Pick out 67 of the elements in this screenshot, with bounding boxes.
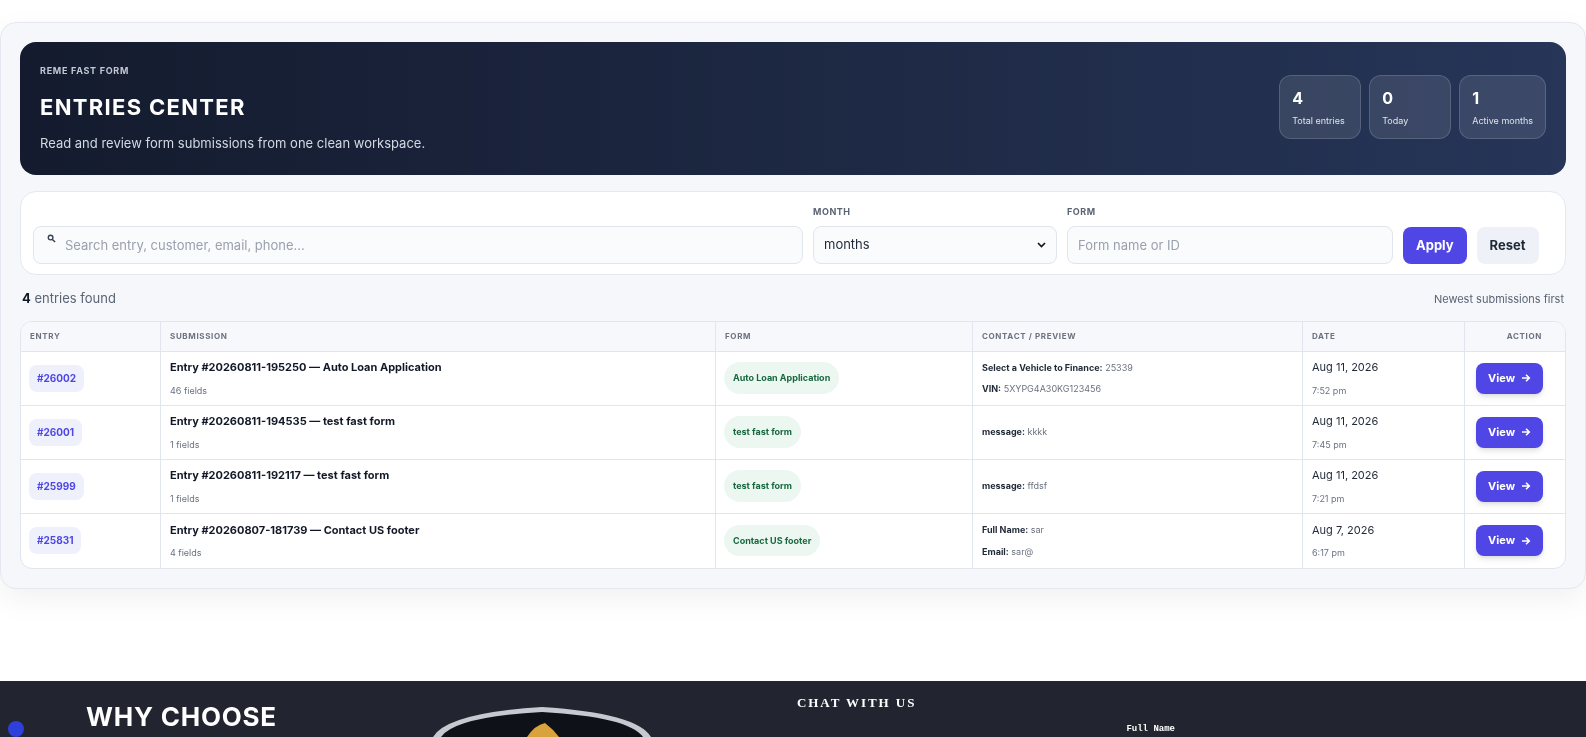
field-count: 46 fields — [170, 383, 209, 397]
chevron-down-icon — [1037, 242, 1046, 248]
stat-label: Today — [1382, 113, 1410, 127]
search-field[interactable]: Search entry, customer, email, phone... — [33, 226, 803, 264]
preview-line: message: kkkk — [982, 425, 1049, 439]
chat-title: CHAT WITH US — [796, 694, 917, 712]
submission-title: Entry #20260811-192117 — test fast form — [170, 467, 391, 484]
entry-id-badge[interactable]: #26002 — [29, 364, 85, 392]
search-icon — [47, 234, 56, 243]
sort-note: Newest submissions first — [1433, 290, 1564, 307]
entry-id-badge[interactable]: #25831 — [29, 527, 82, 554]
submission-title: Entry #20260807-181739 — Contact US footer — [170, 521, 421, 538]
stat-value: 4 — [1292, 86, 1305, 110]
column-header: ENTRY — [30, 330, 61, 342]
entry-time: 6:17 pm — [1312, 546, 1346, 560]
preview-line: message: ffdsf — [982, 479, 1049, 493]
entry-date: Aug 7, 2026 — [1312, 521, 1376, 538]
arrow-right-icon — [1521, 535, 1531, 546]
month-select[interactable]: months — [813, 226, 1057, 264]
entry-id-badge[interactable]: #26001 — [29, 418, 83, 446]
entry-time: 7:21 pm — [1312, 491, 1346, 505]
entry-date: Aug 11, 2026 — [1312, 413, 1380, 430]
entry-time: 7:45 pm — [1312, 437, 1348, 451]
form-tag: Auto Loan Application — [724, 362, 840, 394]
form-input[interactable]: Form name or ID — [1067, 226, 1393, 264]
stat-label: Active months — [1472, 113, 1533, 127]
entry-date: Aug 11, 2026 — [1312, 467, 1380, 484]
eyebrow-text: REME FAST FORM — [40, 63, 131, 77]
footer-heading: WHY CHOOSE — [86, 701, 277, 733]
view-button[interactable]: View — [1476, 470, 1543, 502]
view-button[interactable]: View — [1476, 416, 1543, 448]
entry-time: 7:52 pm — [1312, 383, 1348, 397]
entry-id-badge[interactable]: #25999 — [29, 472, 84, 500]
column-header: FORM — [725, 330, 752, 342]
arrow-right-icon — [1521, 373, 1531, 383]
page-title: ENTRIES CENTER — [40, 93, 247, 122]
preview-line: Select a Vehicle to Finance: 25339 — [982, 360, 1134, 374]
submission-title: Entry #20260811-194535 — test fast form — [170, 413, 396, 430]
column-header: CONTACT / PREVIEW — [982, 330, 1077, 342]
preview-line: Email: sar@ — [982, 544, 1035, 558]
preview-line: VIN: 5XYPG4A30KG123456 — [982, 382, 1103, 396]
form-tag: test fast form — [724, 470, 801, 502]
entry-date: Aug 11, 2026 — [1312, 359, 1380, 376]
stat-label: Total entries — [1292, 113, 1346, 127]
apply-button[interactable]: Apply — [1403, 227, 1467, 264]
view-button[interactable]: View — [1476, 362, 1543, 394]
field-count: 1 fields — [170, 437, 201, 451]
form-tag: Contact US footer — [724, 524, 821, 557]
arrow-right-icon — [1521, 481, 1531, 491]
form-tag: test fast form — [724, 416, 801, 448]
preview-line: Full Name: sar — [982, 523, 1045, 537]
page-subtitle: Read and review form submissions from one clean workspace. — [40, 134, 426, 153]
arrow-right-icon — [1521, 427, 1531, 437]
column-header: ACTION — [1506, 330, 1542, 342]
stat-value: 1 — [1472, 86, 1481, 110]
column-header: DATE — [1312, 330, 1336, 342]
month-label: MONTH — [813, 204, 852, 218]
field-label: Full Name — [1126, 723, 1175, 736]
column-header: SUBMISSION — [170, 330, 228, 342]
field-count: 4 fields — [170, 546, 203, 560]
submission-title: Entry #20260811-195250 — Auto Loan Application — [170, 359, 443, 376]
stat-value: 0 — [1382, 86, 1395, 110]
results-count: 4 entries found — [22, 289, 116, 308]
field-count: 1 fields — [170, 491, 201, 505]
form-label: FORM — [1067, 204, 1097, 218]
reset-button[interactable]: Reset — [1476, 227, 1539, 264]
view-button[interactable]: View — [1476, 525, 1543, 556]
